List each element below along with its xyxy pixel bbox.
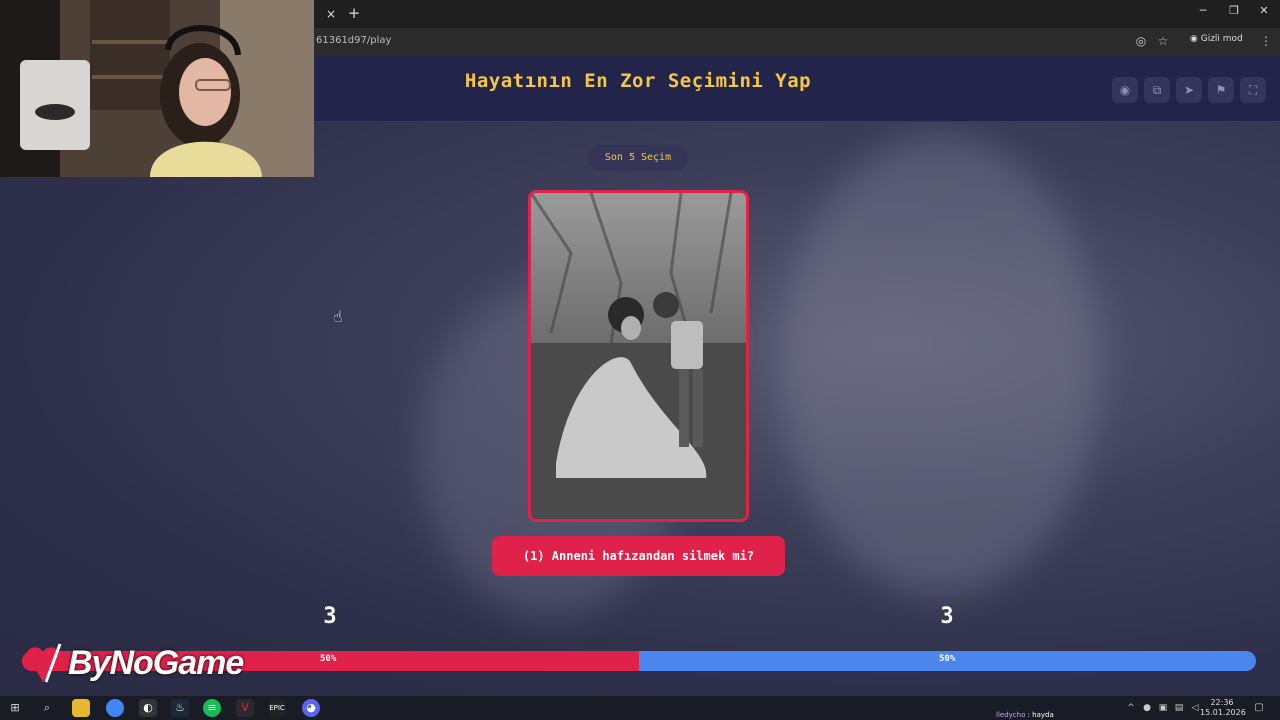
steam-icon[interactable]: ♨ xyxy=(171,699,189,717)
new-tab-button[interactable]: + xyxy=(346,4,362,24)
clock-date: 15.01.2026 xyxy=(1200,708,1246,717)
background-image xyxy=(780,136,1100,596)
stream-chat-message: lledycho : hayda xyxy=(996,711,1054,719)
minimize-button[interactable]: ─ xyxy=(1188,4,1218,17)
webcam-feed xyxy=(0,0,314,177)
bynogame-logo: ByNoGame xyxy=(20,640,260,690)
app-icon[interactable]: ◐ xyxy=(139,699,157,717)
incognito-badge[interactable]: ◉ Gizli mod xyxy=(1190,34,1243,44)
bynogame-logo-icon xyxy=(27,643,62,684)
eye-icon[interactable]: ◉ xyxy=(1112,77,1138,103)
valorant-icon[interactable]: V xyxy=(236,699,254,717)
browser-menu-icon[interactable]: ⋮ xyxy=(1258,34,1274,48)
incognito-icon: ◉ xyxy=(1190,34,1201,44)
tab-close-button[interactable]: × xyxy=(316,4,346,28)
windows-taskbar: ⊞ ⌕ ◐ ♨ ≡ V EPIC ◕ ^ ● ▣ ▤ ◁ 22:36 15.01… xyxy=(0,696,1280,720)
close-window-button[interactable]: ✕ xyxy=(1249,4,1279,17)
copy-icon[interactable]: ⧉ xyxy=(1144,77,1170,103)
chrome-icon[interactable] xyxy=(106,699,124,717)
eye-off-icon[interactable]: ◎ xyxy=(1133,34,1149,48)
clock[interactable]: 22:36 15.01.2026 xyxy=(1200,698,1246,718)
incognito-label: Gizli mod xyxy=(1200,34,1243,44)
send-icon[interactable]: ➤ xyxy=(1176,77,1202,103)
discord-icon[interactable]: ◕ xyxy=(302,699,320,717)
left-vote-count: 3 xyxy=(323,604,337,629)
restore-button[interactable]: ❐ xyxy=(1219,4,1249,17)
chat-text: hayda xyxy=(1032,711,1054,719)
notification-icon[interactable]: ▢ xyxy=(1250,699,1268,717)
right-vote-count: 3 xyxy=(940,604,954,629)
page-title: Hayatının En Zor Seçimini Yap xyxy=(464,70,812,92)
search-icon[interactable]: ⌕ xyxy=(38,699,56,717)
spotify-icon[interactable]: ≡ xyxy=(203,699,221,717)
url-text[interactable]: 61361d97/play xyxy=(316,35,391,46)
right-vote-bar: 50% xyxy=(639,651,1256,671)
choice-card-image[interactable] xyxy=(528,190,749,522)
question-button[interactable]: (1) Anneni hafızandan silmek mi? xyxy=(492,536,785,576)
windows-start-icon[interactable]: ⊞ xyxy=(6,699,24,717)
left-vote-percent: 50% xyxy=(320,654,337,664)
last-five-choices-button[interactable]: Son 5 Seçim xyxy=(588,145,688,171)
right-vote-percent: 50% xyxy=(939,654,956,664)
clock-time: 22:36 xyxy=(1210,698,1234,707)
webcam-overlay xyxy=(0,0,314,177)
fullscreen-icon[interactable]: ⛶ xyxy=(1240,77,1266,103)
mother-son-photo xyxy=(531,193,746,519)
bynogame-logo-text: ByNoGame xyxy=(68,644,244,682)
file-explorer-icon[interactable] xyxy=(72,699,90,717)
chat-username: lledycho xyxy=(996,711,1026,719)
epic-games-icon[interactable]: EPIC xyxy=(268,699,286,717)
bookmark-star-icon[interactable]: ☆ xyxy=(1155,34,1171,48)
flag-icon[interactable]: ⚑ xyxy=(1208,77,1234,103)
pointer-hand-icon: ☝ xyxy=(333,307,343,326)
